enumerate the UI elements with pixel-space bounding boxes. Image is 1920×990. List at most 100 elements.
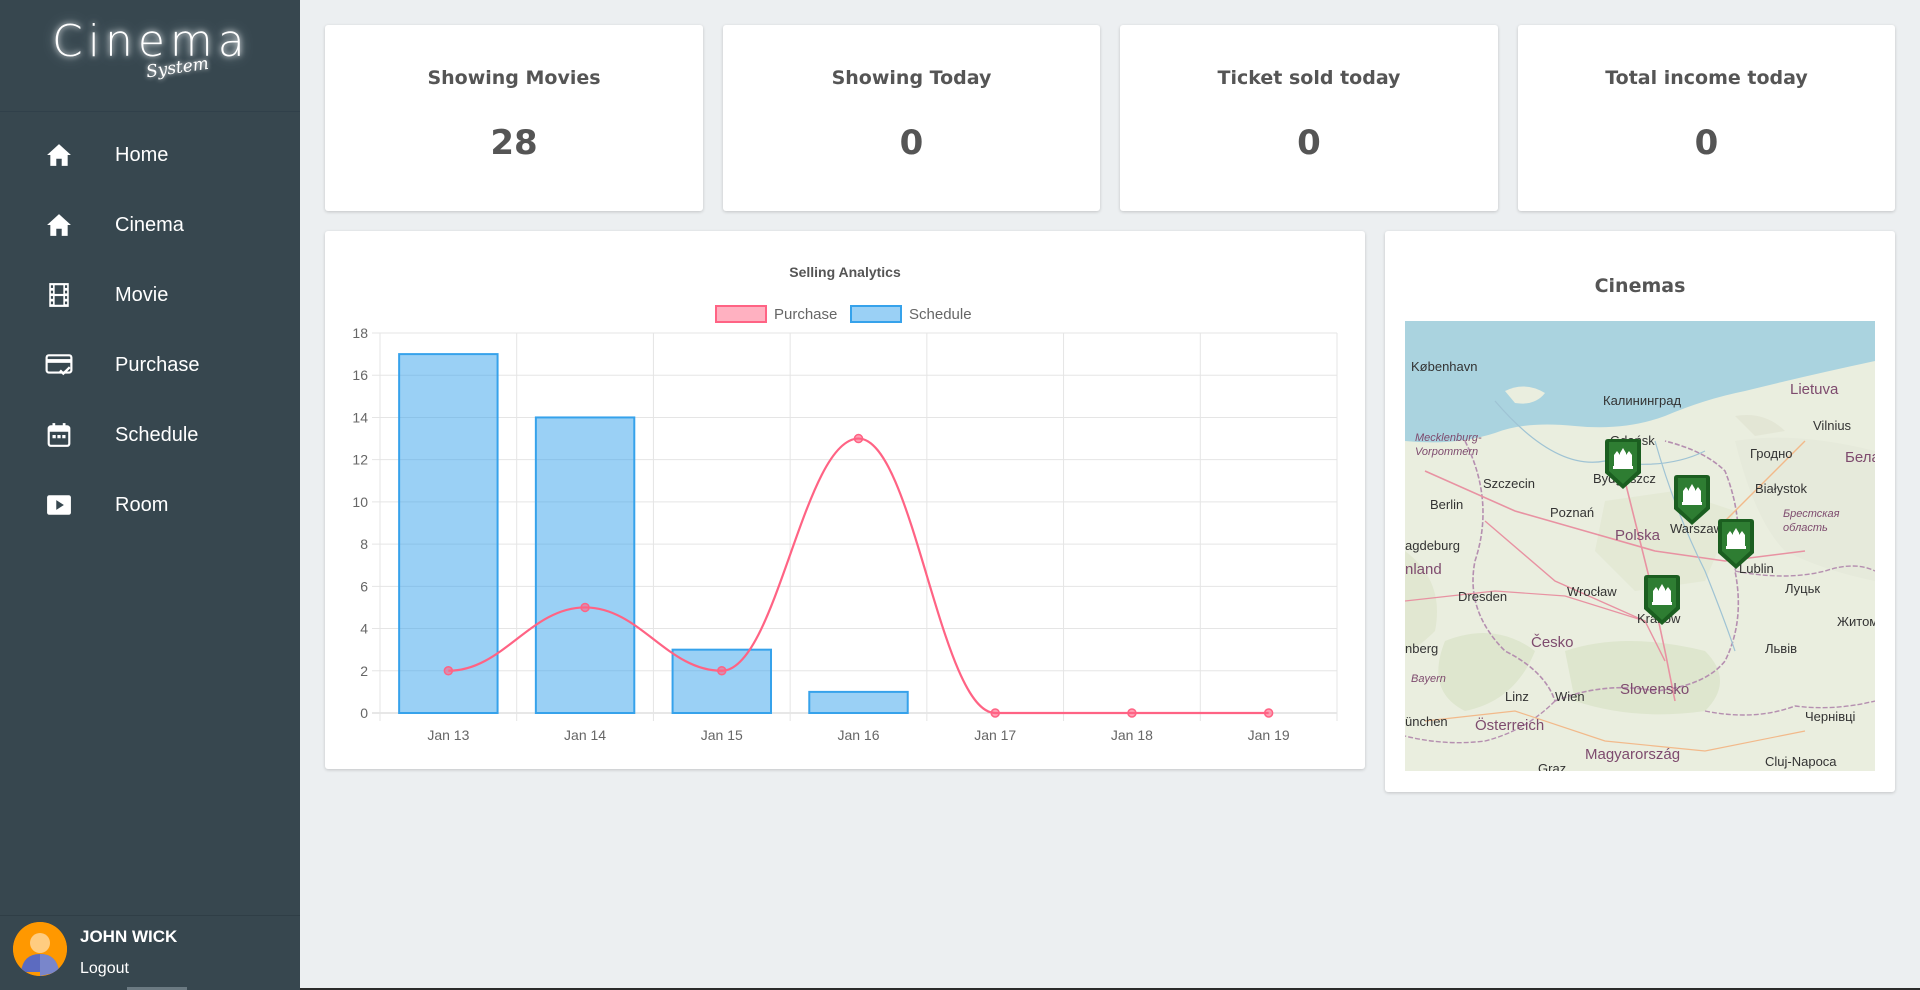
x-tick-label: Jan 15: [701, 727, 743, 743]
map-label: nland: [1405, 561, 1442, 578]
y-tick-label: 10: [352, 494, 368, 510]
map-title: Cinemas: [1594, 275, 1686, 297]
stat-value: 0: [1297, 123, 1321, 163]
home-icon: [45, 141, 73, 169]
stat-card-total-income: Total income today 0: [1518, 25, 1895, 211]
map-label: Луцьк: [1785, 581, 1821, 596]
stat-card-showing-today: Showing Today 0: [723, 25, 1100, 211]
film-icon: [45, 281, 73, 309]
stat-title: Total income today: [1605, 67, 1808, 89]
play-video-icon: [45, 491, 73, 519]
x-tick-label: Jan 14: [564, 727, 606, 743]
map-label: Szczecin: [1483, 476, 1536, 491]
stat-card-showing-movies: Showing Movies 28: [325, 25, 703, 211]
cinemas-card: Cinemas København Калининград Lietuva Vi…: [1385, 231, 1895, 792]
point-purchase: [443, 666, 454, 676]
sidebar-nav: Home Cinema Movie Purchase Schedule Room: [0, 120, 300, 540]
logout-link[interactable]: Logout: [80, 960, 129, 978]
y-tick-label: 2: [360, 663, 368, 679]
cinema-marker-icon[interactable]: [1643, 573, 1681, 627]
map-label: Polska: [1615, 527, 1661, 544]
map-label: Cluj-Napoca: [1765, 754, 1837, 769]
cinemas-map[interactable]: København Калининград Lietuva Vilnius Me…: [1405, 321, 1875, 771]
y-tick-label: 16: [352, 367, 368, 383]
map-label: Graz: [1538, 761, 1567, 771]
map-label: Львів: [1765, 641, 1798, 656]
x-tick-label: Jan 17: [974, 727, 1016, 743]
sidebar-item-cinema[interactable]: Cinema: [0, 190, 300, 260]
logo-text: Cinema: [52, 16, 250, 67]
cinema-marker-icon[interactable]: [1604, 437, 1642, 491]
point-purchase: [717, 666, 727, 676]
sidebar-item-movie[interactable]: Movie: [0, 260, 300, 330]
map-label: Österreich: [1475, 717, 1545, 734]
x-tick-label: Jan 18: [1111, 727, 1153, 743]
y-tick-label: 14: [352, 409, 368, 425]
y-tick-label: 6: [360, 578, 368, 594]
stat-title: Showing Movies: [427, 67, 601, 89]
map-label: Bayern: [1411, 673, 1446, 685]
legend-label-purchase: Purchase: [774, 306, 837, 323]
credit-card-check-icon: [45, 351, 73, 379]
map-label: Калининград: [1603, 393, 1682, 408]
map-label: Berlin: [1430, 497, 1464, 512]
cinema-marker-icon[interactable]: [1673, 473, 1711, 527]
app-logo[interactable]: Cinema System: [0, 0, 300, 112]
map-label: Wien: [1555, 689, 1585, 704]
map-label: Чернівці: [1805, 709, 1856, 724]
legend-swatch-purchase: [715, 305, 767, 323]
y-tick-label: 0: [360, 705, 368, 721]
bar-schedule: [534, 416, 636, 714]
sidebar-item-label: Home: [115, 143, 169, 166]
user-panel: JOHN WICK Logout: [0, 915, 300, 990]
map-label: Житом: [1837, 614, 1875, 629]
selling-analytics-chart: Selling Analytics Purchase Schedule 0 2 4 6 8 10…: [352, 264, 1338, 743]
map-label: Белар: [1845, 449, 1875, 466]
map-label: Lietuva: [1790, 381, 1839, 398]
sidebar-item-label: Room: [115, 493, 169, 516]
point-purchase: [580, 602, 590, 613]
x-tick-label: Jan 13: [427, 727, 469, 743]
point-purchase: [990, 708, 1000, 718]
map-label: Mecklenburg-Vorpommern: [1415, 432, 1482, 458]
stat-value: 0: [1694, 123, 1719, 163]
map-label: Linz: [1505, 689, 1529, 704]
map-label: København: [1411, 359, 1478, 374]
sidebar-item-label: Movie: [115, 283, 169, 306]
map-label: Poznań: [1550, 505, 1595, 520]
sidebar-item-schedule[interactable]: Schedule: [0, 400, 300, 470]
home-icon: [45, 211, 73, 239]
map-label: Česko: [1531, 634, 1574, 651]
x-tick-label: Jan 16: [837, 727, 879, 743]
bar-schedule: [671, 648, 773, 714]
map-label: Magyarország: [1585, 746, 1681, 763]
cinema-marker-icon[interactable]: [1717, 517, 1755, 571]
sidebar-item-label: Schedule: [115, 423, 199, 446]
map-label: Slovensko: [1620, 681, 1690, 698]
sidebar-item-home[interactable]: Home: [0, 120, 300, 190]
stat-title: Ticket sold today: [1217, 67, 1401, 89]
map-label: Vilnius: [1813, 418, 1852, 433]
point-purchase: [853, 433, 864, 444]
sidebar: Cinema System Home Cinema Movie Purchase…: [0, 0, 300, 990]
sidebar-item-label: Purchase: [115, 353, 200, 376]
y-tick-label: 4: [360, 621, 368, 637]
stat-title: Showing Today: [831, 67, 992, 89]
sidebar-item-room[interactable]: Room: [0, 470, 300, 540]
chart-title: Selling Analytics: [789, 264, 901, 280]
y-tick-label: 18: [352, 325, 368, 341]
user-name: JOHN WICK: [80, 927, 178, 946]
stat-card-tickets-sold: Ticket sold today 0: [1120, 25, 1498, 211]
legend-label-schedule: Schedule: [909, 306, 972, 323]
map-label: Wrocław: [1567, 584, 1617, 599]
x-tick-label: Jan 19: [1248, 727, 1290, 743]
sidebar-item-purchase[interactable]: Purchase: [0, 330, 300, 400]
avatar[interactable]: [13, 922, 67, 976]
map-label: Гродно: [1750, 446, 1793, 461]
point-purchase: [1127, 708, 1137, 718]
point-purchase: [1263, 708, 1274, 718]
map-label: Dresden: [1458, 589, 1508, 604]
y-tick-label: 12: [352, 452, 368, 468]
stat-value: 28: [490, 123, 538, 163]
map-label: Брестская область: [1783, 508, 1840, 534]
